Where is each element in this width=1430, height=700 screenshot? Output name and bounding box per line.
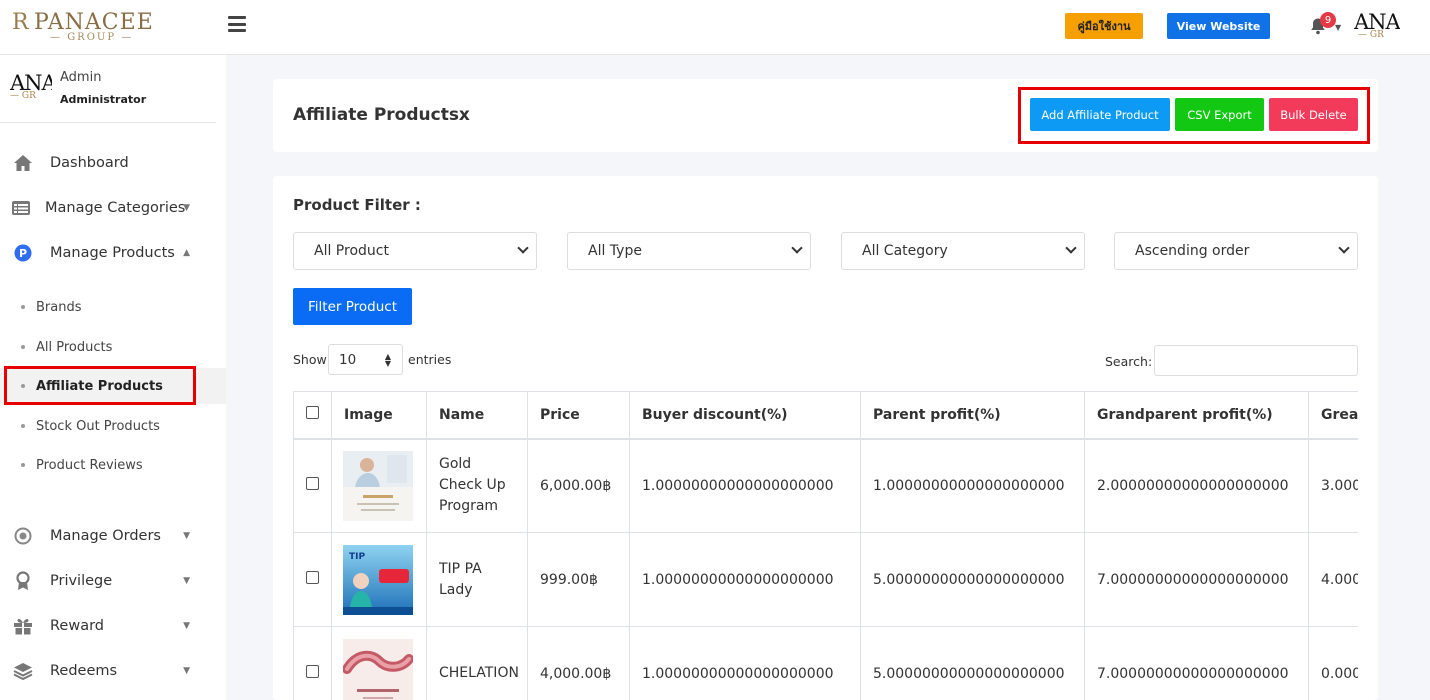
sidebar-item-product-reviews[interactable]: Product Reviews	[0, 447, 226, 483]
svg-text:TIP: TIP	[349, 552, 365, 562]
top-bar: R PANACEE — GROUP — คู่มือใช้งาน View We…	[0, 0, 1430, 55]
sidebar-item-brands[interactable]: Brands	[0, 289, 226, 325]
great-profit: 3.000	[1308, 438, 1358, 533]
great-profit: 4.000	[1308, 532, 1358, 627]
user-avatar: ANA — GR	[10, 71, 52, 101]
select-all-checkbox[interactable]	[306, 406, 319, 420]
column-header[interactable]: Parent profit(%)	[860, 391, 1085, 440]
great-profit: 0.000	[1308, 626, 1358, 700]
product-name: TIP PA Lady	[426, 532, 528, 627]
chevron-down-icon: ▼	[183, 576, 190, 586]
parent-profit: 1.00000000000000000000	[860, 438, 1085, 533]
sort-updown-icon: ▲ ▼	[384, 352, 391, 368]
entries-select[interactable]: 10 ▲ ▼	[328, 344, 403, 375]
table-row: Gold Check Up Program 6,000.00฿ 1.000000…	[293, 438, 1358, 533]
avatar[interactable]: ANA — GR	[1354, 10, 1400, 46]
grandparent-profit: 7.00000000000000000000	[1084, 626, 1309, 700]
buyer-discount: 1.00000000000000000000	[629, 438, 861, 533]
product-price: 999.00฿	[527, 532, 630, 627]
highlight-box	[4, 366, 196, 405]
sidebar-item-manage-orders[interactable]: Manage Orders ▼	[0, 516, 226, 556]
column-header[interactable]: Price	[527, 391, 630, 440]
menu-toggle-icon[interactable]	[228, 16, 246, 32]
row-checkbox[interactable]	[306, 571, 319, 584]
search-label: Search:	[1105, 354, 1153, 369]
logo-subtext: — GROUP —	[50, 32, 134, 43]
sidebar-item-dashboard[interactable]: Dashboard	[0, 143, 226, 183]
sidebar-item-manage-products[interactable]: P Manage Products ▲	[0, 233, 226, 273]
chevron-down-icon	[791, 242, 803, 254]
entries-label: entries	[408, 352, 452, 367]
page-title: Affiliate Productsx	[293, 105, 470, 125]
p-circle-icon: P	[12, 243, 34, 263]
products-table: Image Name Price Buyer discount(%) Paren…	[293, 391, 1358, 700]
sidebar-item-manage-categories[interactable]: Manage Categories ▼	[0, 188, 226, 228]
sidebar-item-redeems[interactable]: Redeems ▼	[0, 651, 226, 691]
chevron-down-icon: ▼	[183, 621, 190, 631]
column-header[interactable]: Grandparent profit(%)	[1084, 391, 1309, 440]
view-website-button[interactable]: View Website	[1167, 13, 1270, 39]
buyer-discount: 1.00000000000000000000	[629, 532, 861, 627]
chevron-down-icon	[1065, 242, 1077, 254]
chevron-down-icon: ▼	[183, 531, 190, 541]
filter-product-button[interactable]: Filter Product	[293, 288, 412, 325]
orders-icon	[12, 526, 34, 546]
product-price: 4,000.00฿	[527, 626, 630, 700]
search-input[interactable]	[1154, 345, 1358, 376]
product-image[interactable]	[343, 450, 413, 521]
type-select[interactable]: All Type	[567, 232, 811, 270]
order-select[interactable]: Ascending order	[1114, 232, 1358, 270]
chevron-down-icon: ▼	[183, 666, 190, 676]
column-header[interactable]: Great	[1308, 391, 1358, 440]
show-label: Show	[293, 352, 327, 367]
row-checkbox[interactable]	[306, 665, 319, 678]
parent-profit: 5.00000000000000000000	[860, 626, 1085, 700]
grandparent-profit: 2.00000000000000000000	[1084, 438, 1309, 533]
panacee-logo[interactable]: R PANACEE — GROUP —	[10, 8, 153, 48]
product-image[interactable]: TIP	[343, 544, 413, 615]
chevron-up-icon: ▲	[183, 248, 190, 258]
column-header[interactable]: Name	[426, 391, 528, 440]
buyer-discount: 1.00000000000000000000	[629, 626, 861, 700]
product-name: Gold Check Up Program	[426, 438, 528, 533]
layers-icon	[12, 661, 34, 681]
user-role: Administrator	[60, 93, 147, 106]
category-select[interactable]: All Category	[841, 232, 1085, 270]
row-checkbox[interactable]	[306, 477, 319, 491]
chevron-down-icon[interactable]: ▼	[1335, 23, 1341, 32]
sidebar-item-reward[interactable]: Reward ▼	[0, 606, 226, 646]
filter-title: Product Filter :	[293, 196, 421, 214]
table-row: CHELATION 4,000.00฿ 1.000000000000000000…	[293, 626, 1358, 700]
sidebar-item-all-products[interactable]: All Products	[0, 329, 226, 365]
user-name: Admin	[60, 70, 102, 85]
gift-icon	[12, 616, 34, 636]
table-header-row: Image Name Price Buyer discount(%) Paren…	[293, 391, 1358, 440]
column-header[interactable]: Image	[331, 391, 427, 440]
award-icon	[12, 571, 34, 591]
product-select[interactable]: All Product	[293, 232, 537, 270]
select-all-cell	[293, 391, 332, 440]
user-panel: ANA — GR Admin Administrator	[0, 55, 216, 123]
chevron-down-icon	[517, 242, 529, 254]
notification-badge: 9	[1320, 12, 1336, 28]
parent-profit: 5.00000000000000000000	[860, 532, 1085, 627]
product-list-card: Product Filter : All Product All Type Al…	[273, 176, 1378, 700]
chevron-down-icon	[1338, 242, 1350, 254]
product-image[interactable]	[343, 638, 413, 700]
grandparent-profit: 7.00000000000000000000	[1084, 532, 1309, 627]
table-row: TIP TIP PA Lady 999.00฿ 1.00000000000000…	[293, 532, 1358, 627]
highlight-box	[1018, 87, 1370, 144]
column-header[interactable]: Buyer discount(%)	[629, 391, 861, 440]
product-price: 6,000.00฿	[527, 438, 630, 533]
sidebar-item-stock-out-products[interactable]: Stock Out Products	[0, 408, 226, 444]
chevron-down-icon: ▼	[183, 203, 190, 213]
sidebar-item-privilege[interactable]: Privilege ▼	[0, 561, 226, 601]
list-icon	[10, 198, 32, 218]
product-name: CHELATION	[426, 626, 528, 700]
home-icon	[12, 153, 34, 173]
svg-text:P: P	[19, 247, 27, 260]
manual-button[interactable]: คู่มือใช้งาน	[1065, 13, 1143, 39]
